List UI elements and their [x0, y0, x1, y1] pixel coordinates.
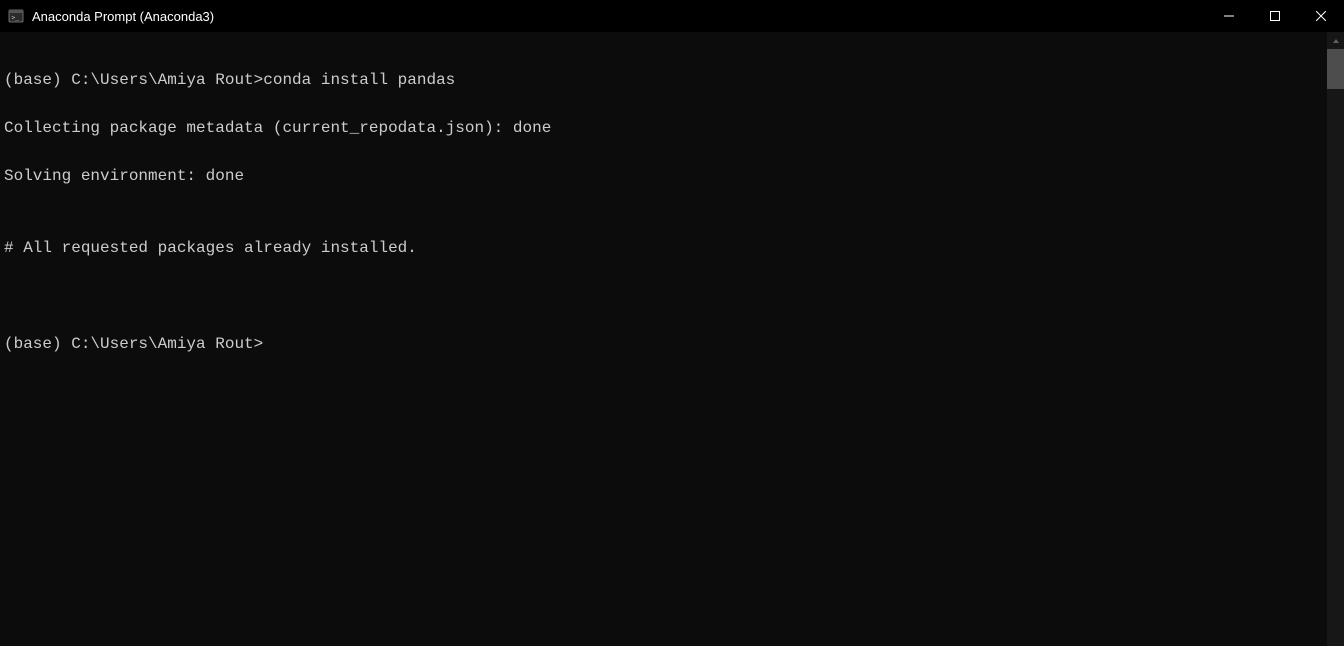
- scrollbar-thumb[interactable]: [1327, 49, 1344, 89]
- terminal-line: # All requested packages already install…: [4, 236, 1340, 260]
- vertical-scrollbar[interactable]: [1327, 32, 1344, 646]
- window-controls: [1206, 0, 1344, 32]
- svg-text:>_: >_: [12, 15, 20, 22]
- close-icon: [1316, 11, 1326, 21]
- maximize-button[interactable]: [1252, 0, 1298, 32]
- minimize-icon: [1224, 11, 1234, 21]
- scrollbar-arrow-up-icon[interactable]: [1327, 32, 1344, 49]
- terminal-line: (base) C:\Users\Amiya Rout>: [4, 332, 1340, 356]
- terminal-output[interactable]: (base) C:\Users\Amiya Rout>conda install…: [0, 32, 1344, 384]
- window-titlebar: >_ Anaconda Prompt (Anaconda3): [0, 0, 1344, 32]
- minimize-button[interactable]: [1206, 0, 1252, 32]
- terminal-line: Collecting package metadata (current_rep…: [4, 116, 1340, 140]
- window-title: Anaconda Prompt (Anaconda3): [32, 9, 214, 24]
- close-button[interactable]: [1298, 0, 1344, 32]
- maximize-icon: [1270, 11, 1280, 21]
- terminal-app-icon: >_: [8, 8, 24, 24]
- terminal-line: (base) C:\Users\Amiya Rout>conda install…: [4, 68, 1340, 92]
- titlebar-left: >_ Anaconda Prompt (Anaconda3): [8, 8, 214, 24]
- terminal-line: Solving environment: done: [4, 164, 1340, 188]
